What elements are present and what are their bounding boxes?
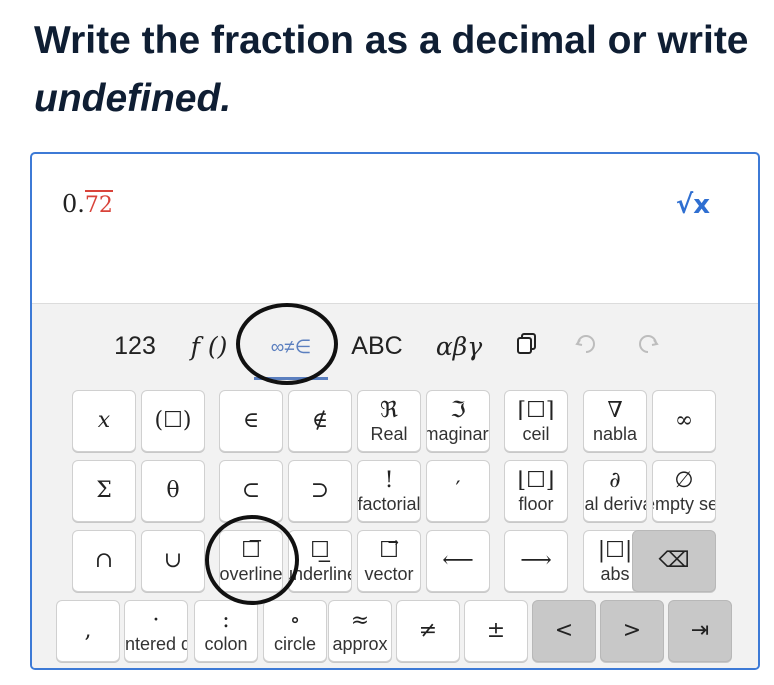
math-keyboard-toggle-icon[interactable]: √x bbox=[676, 190, 710, 220]
key-imaginary[interactable]: ℑImaginary bbox=[426, 390, 490, 452]
tab-arrow-icon: ⇥ bbox=[690, 618, 710, 643]
tab-alphabet[interactable]: ABC bbox=[348, 332, 406, 364]
key-factorial[interactable]: ! factorial bbox=[357, 460, 421, 522]
key-infinity[interactable]: ∞ bbox=[652, 390, 716, 452]
math-keyboard: 123 f () ∞≠∈ ABC αβγ 𝑥 (☐) ∈ ∉ ℜReal ℑIm… bbox=[32, 303, 758, 668]
key-nabla[interactable]: ∇ nabla bbox=[583, 390, 647, 452]
tab-symbols[interactable]: ∞≠∈ bbox=[254, 336, 328, 380]
key-underline[interactable]: ☐̲underline bbox=[288, 530, 352, 592]
tab-numbers[interactable]: 123 bbox=[110, 332, 160, 364]
key-ceil[interactable]: ⌈☐⌉ ceil bbox=[504, 390, 568, 452]
key-superset[interactable]: ⊃ bbox=[288, 460, 352, 522]
key-plus-minus[interactable]: ± bbox=[464, 600, 528, 662]
keyboard-tabs: 123 f () ∞≠∈ ABC αβγ bbox=[32, 304, 758, 384]
key-circle[interactable]: ∘ circle bbox=[263, 600, 327, 662]
answer-field[interactable]: 0.72 bbox=[62, 190, 113, 218]
copy-icon[interactable] bbox=[516, 332, 538, 363]
key-theta[interactable]: θ bbox=[141, 460, 205, 522]
key-comma[interactable]: , bbox=[56, 600, 120, 662]
cursor-right-key[interactable]: > bbox=[600, 600, 664, 662]
key-subset[interactable]: ⊂ bbox=[219, 460, 283, 522]
tab-functions[interactable]: f () bbox=[182, 332, 236, 364]
key-parentheses[interactable]: (☐) bbox=[141, 390, 205, 452]
backspace-icon: ⌫ bbox=[658, 548, 690, 573]
key-x[interactable]: 𝑥 bbox=[72, 390, 136, 452]
key-not-equal[interactable]: ≠ bbox=[396, 600, 460, 662]
key-prime[interactable]: ′ bbox=[426, 460, 490, 522]
key-element-of[interactable]: ∈ bbox=[219, 390, 283, 452]
answer-editor[interactable]: 0.72 √x 123 f () ∞≠∈ ABC αβγ 𝑥 (☐) ∈ ∉ ℜ… bbox=[30, 152, 760, 670]
chevron-right-icon: > bbox=[622, 618, 642, 643]
key-empty-set[interactable]: ∅empty set bbox=[652, 460, 716, 522]
key-intersection[interactable]: ∩ bbox=[72, 530, 136, 592]
key-right-arrow-symbol[interactable]: ⟶ bbox=[504, 530, 568, 592]
key-colon[interactable]: : colon bbox=[194, 600, 258, 662]
tab-key[interactable]: ⇥ bbox=[668, 600, 732, 662]
key-centered-dot[interactable]: ·centered dot bbox=[124, 600, 188, 662]
key-overline[interactable]: ☐̅ overline bbox=[219, 530, 283, 592]
key-not-element-of[interactable]: ∉ bbox=[288, 390, 352, 452]
key-floor[interactable]: ⌊☐⌋ floor bbox=[504, 460, 568, 522]
chevron-left-icon: < bbox=[554, 618, 574, 643]
answer-repeating-digits: 72 bbox=[84, 190, 113, 218]
prompt-line-2: undefined. bbox=[34, 77, 232, 120]
tab-greek[interactable]: αβγ bbox=[430, 332, 488, 364]
key-real[interactable]: ℜ Real bbox=[357, 390, 421, 452]
key-sigma[interactable]: Σ bbox=[72, 460, 136, 522]
prompt-line-1: Write the fraction as a decimal or write bbox=[34, 19, 749, 62]
redo-icon[interactable] bbox=[636, 332, 660, 363]
key-vector[interactable]: ☐⃗ vector bbox=[357, 530, 421, 592]
undo-icon[interactable] bbox=[574, 332, 598, 363]
key-partial-derivative[interactable]: ∂partial derivative bbox=[583, 460, 647, 522]
question-prompt: Write the fraction as a decimal or write… bbox=[34, 12, 764, 128]
backspace-key[interactable]: ⌫ bbox=[632, 530, 716, 592]
cursor-left-key[interactable]: < bbox=[532, 600, 596, 662]
key-union[interactable]: ∪ bbox=[141, 530, 205, 592]
key-left-arrow-symbol[interactable]: ⟵ bbox=[426, 530, 490, 592]
answer-integer-part: 0. bbox=[62, 190, 85, 218]
key-approx[interactable]: ≈ approx bbox=[328, 600, 392, 662]
